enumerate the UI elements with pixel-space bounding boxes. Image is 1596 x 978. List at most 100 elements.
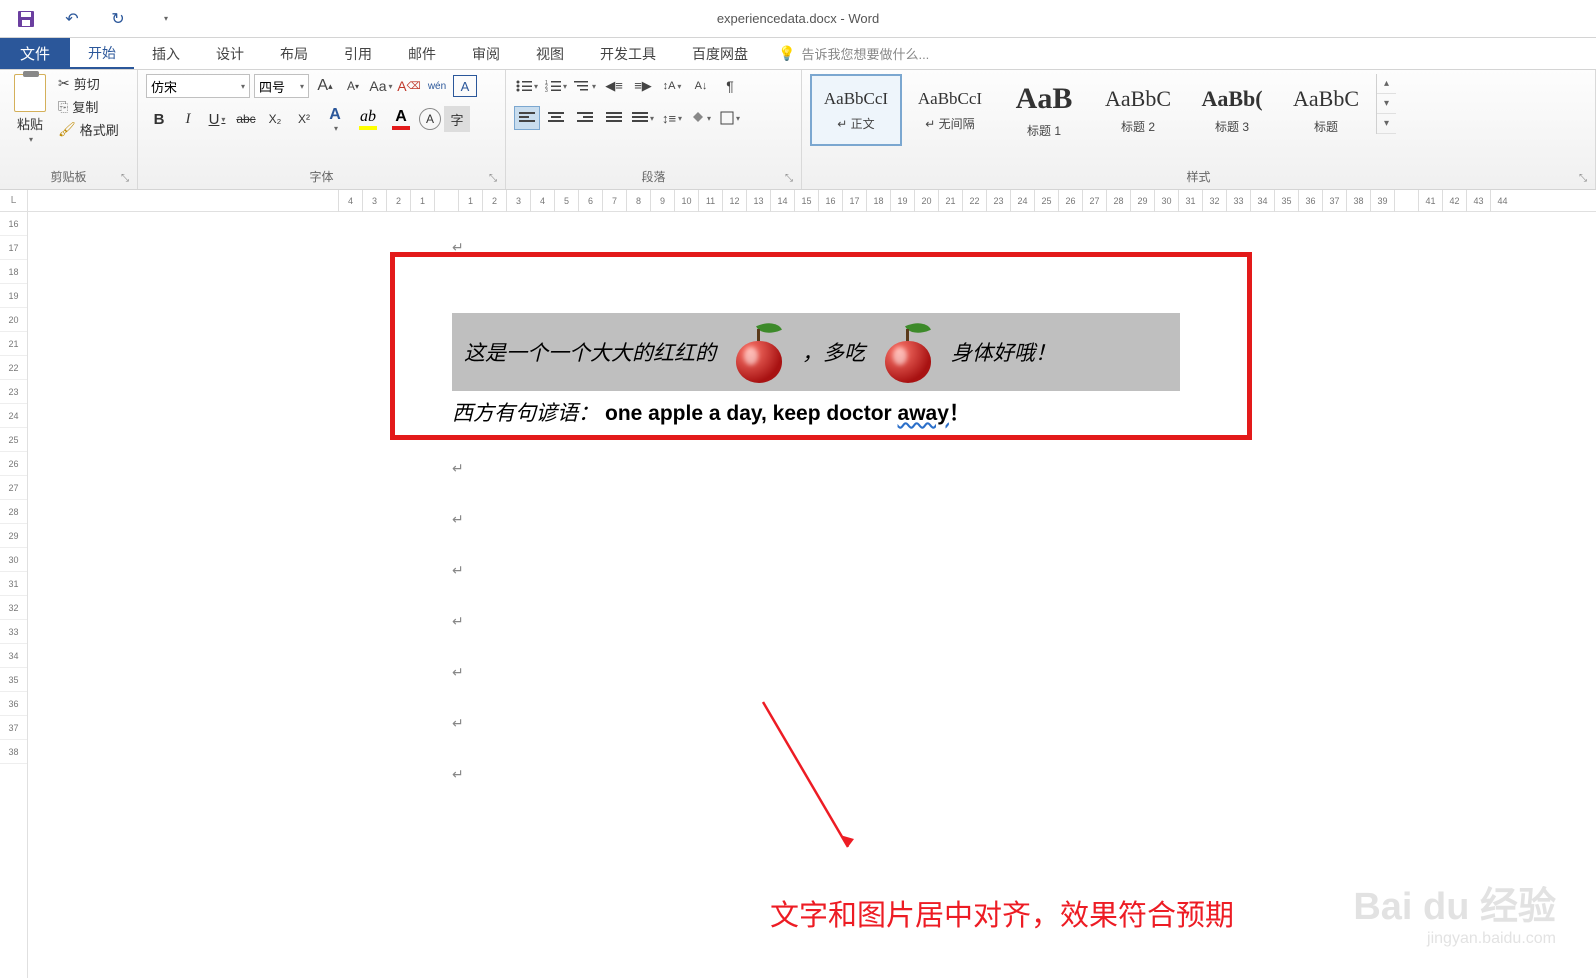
scroll-up-icon[interactable]: ▴ bbox=[1377, 74, 1396, 94]
text-line[interactable]: 西方有句谚语： one apple a day, keep doctor awa… bbox=[452, 397, 1438, 427]
document-canvas[interactable]: ↵ 这是一个一个大大的红红的 ，多吃 身体好哦！ 西方有句谚语： one app… bbox=[28, 212, 1596, 978]
redo-button[interactable]: ↻ bbox=[104, 5, 132, 33]
qat-customize-icon[interactable]: ▾ bbox=[152, 5, 180, 33]
align-right-button[interactable] bbox=[572, 106, 598, 130]
tab-review[interactable]: 审阅 bbox=[454, 38, 518, 69]
pinyin-button[interactable]: wén bbox=[425, 74, 449, 98]
italic-button[interactable]: I bbox=[175, 106, 201, 132]
line-spacing-button[interactable]: ↕≡▾ bbox=[659, 106, 685, 130]
document-title: experiencedata.docx - Word bbox=[717, 11, 879, 26]
page: ↵ 这是一个一个大大的红红的 ，多吃 身体好哦！ 西方有句谚语： one app… bbox=[338, 212, 1438, 784]
grow-font-button[interactable]: A▴ bbox=[313, 74, 337, 98]
tab-file[interactable]: 文件 bbox=[0, 38, 70, 69]
font-name-select[interactable]: 仿宋▾ bbox=[146, 74, 250, 98]
increase-indent-button[interactable]: ≡▶ bbox=[630, 74, 656, 98]
align-center-button[interactable] bbox=[543, 106, 569, 130]
decrease-indent-button[interactable]: ◀≡ bbox=[601, 74, 627, 98]
subscript-button[interactable]: X₂ bbox=[262, 106, 288, 132]
font-size-select[interactable]: 四号▾ bbox=[254, 74, 309, 98]
group-styles: AaBbCcI↵ 正文AaBbCcI↵ 无间隔AaB标题 1AaBbC标题 2A… bbox=[802, 70, 1596, 189]
dialog-launcher-icon[interactable]: ⤡ bbox=[121, 173, 133, 185]
highlighted-line[interactable]: 这是一个一个大大的红红的 ，多吃 身体好哦！ bbox=[452, 313, 1180, 391]
multilevel-button[interactable]: ▾ bbox=[572, 74, 598, 98]
group-paragraph: ▾ 123▾ ▾ ◀≡ ≡▶ ↕A▾ A↓ ¶ ▾ ↕≡▾ ▾ ▾ 段落 ⤡ bbox=[506, 70, 802, 189]
title-bar: ↶ ↻ ▾ experiencedata.docx - Word bbox=[0, 0, 1596, 38]
horizontal-ruler[interactable]: 4321123456789101112131415161718192021222… bbox=[28, 190, 1596, 211]
tab-insert[interactable]: 插入 bbox=[134, 38, 198, 69]
format-painter-button[interactable]: 🖌格式刷 bbox=[58, 120, 119, 139]
paragraph-mark: ↵ bbox=[452, 767, 1438, 784]
paragraph-mark: ↵ bbox=[452, 461, 1438, 478]
copy-button[interactable]: ⎘复制 bbox=[58, 97, 119, 116]
sort-button[interactable]: A↓ bbox=[688, 74, 714, 98]
tell-me-placeholder: 告诉我您想要做什么... bbox=[801, 44, 929, 63]
tab-mailings[interactable]: 邮件 bbox=[390, 38, 454, 69]
document-area: 1617181920212223242526272829303132333435… bbox=[0, 212, 1596, 978]
ribbon-tabs: 文件 开始 插入 设计 布局 引用 邮件 审阅 视图 开发工具 百度网盘 💡 告… bbox=[0, 38, 1596, 70]
tab-view[interactable]: 视图 bbox=[518, 38, 582, 69]
style-card[interactable]: AaBbCcI↵ 正文 bbox=[810, 74, 902, 146]
copy-icon: ⎘ bbox=[58, 99, 68, 115]
vertical-ruler[interactable]: 1617181920212223242526272829303132333435… bbox=[0, 212, 28, 978]
quick-access-toolbar: ↶ ↻ ▾ bbox=[0, 5, 192, 33]
cut-button[interactable]: ✂剪切 bbox=[58, 74, 119, 93]
text-run: 这是一个一个大大的红红的 bbox=[464, 337, 716, 367]
tab-developer[interactable]: 开发工具 bbox=[582, 38, 674, 69]
numbering-button[interactable]: 123▾ bbox=[543, 74, 569, 98]
bulb-icon: 💡 bbox=[778, 45, 795, 62]
highlight-button[interactable]: ab bbox=[353, 106, 383, 132]
watermark: Bai du 经验 jingyan.baidu.com bbox=[1353, 875, 1556, 948]
tab-layout[interactable]: 布局 bbox=[262, 38, 326, 69]
char-shading-button[interactable]: A bbox=[419, 108, 441, 130]
scroll-down-icon[interactable]: ▾ bbox=[1377, 94, 1396, 114]
style-card[interactable]: AaBbC标题 2 bbox=[1092, 74, 1184, 146]
save-button[interactable] bbox=[12, 5, 40, 33]
style-card[interactable]: AaBb(标题 3 bbox=[1186, 74, 1278, 146]
dialog-launcher-icon[interactable]: ⤡ bbox=[489, 173, 501, 185]
styles-gallery[interactable]: AaBbCcI↵ 正文AaBbCcI↵ 无间隔AaB标题 1AaBbC标题 2A… bbox=[810, 74, 1372, 146]
char-border-button[interactable]: A bbox=[453, 75, 477, 97]
bullets-button[interactable]: ▾ bbox=[514, 74, 540, 98]
tab-references[interactable]: 引用 bbox=[326, 38, 390, 69]
clear-format-button[interactable]: A⌫ bbox=[397, 74, 421, 98]
font-color-button[interactable]: A bbox=[386, 106, 416, 132]
apple-image[interactable] bbox=[730, 321, 788, 383]
tab-home[interactable]: 开始 bbox=[70, 38, 134, 69]
annotation-arrow-icon bbox=[758, 697, 868, 867]
bold-button[interactable]: B bbox=[146, 106, 172, 132]
shrink-font-button[interactable]: A▾ bbox=[341, 74, 365, 98]
underline-button[interactable]: U▾ bbox=[204, 106, 230, 132]
apple-image[interactable] bbox=[879, 321, 937, 383]
borders-button[interactable]: ▾ bbox=[717, 106, 743, 130]
style-card[interactable]: AaBbCcI↵ 无间隔 bbox=[904, 74, 996, 146]
styles-more-icon[interactable]: ▾ bbox=[1377, 114, 1396, 134]
group-clipboard: 粘贴 ▾ ✂剪切 ⎘复制 🖌格式刷 剪贴板 ⤡ bbox=[0, 70, 138, 189]
paste-icon bbox=[14, 74, 46, 112]
styles-scroll[interactable]: ▴ ▾ ▾ bbox=[1376, 74, 1396, 134]
tab-design[interactable]: 设计 bbox=[198, 38, 262, 69]
undo-button[interactable]: ↶ bbox=[58, 5, 86, 33]
dialog-launcher-icon[interactable]: ⤡ bbox=[1579, 173, 1591, 185]
paragraph-mark: ↵ bbox=[452, 614, 1438, 631]
enclose-char-button[interactable]: 字 bbox=[444, 106, 470, 132]
text-direction-button[interactable]: ↕A▾ bbox=[659, 74, 685, 98]
style-card[interactable]: AaB标题 1 bbox=[998, 74, 1090, 146]
justify-button[interactable] bbox=[601, 106, 627, 130]
change-case-button[interactable]: Aa▾ bbox=[369, 74, 393, 98]
distribute-button[interactable]: ▾ bbox=[630, 106, 656, 130]
brush-icon: 🖌 bbox=[58, 121, 76, 138]
text-run: 身体好哦！ bbox=[951, 337, 1056, 367]
strike-button[interactable]: abc bbox=[233, 106, 259, 132]
shading-button[interactable]: ▾ bbox=[688, 106, 714, 130]
text-run: ，多吃 bbox=[802, 337, 865, 367]
tab-baidu[interactable]: 百度网盘 bbox=[674, 38, 766, 69]
svg-text:3: 3 bbox=[545, 88, 548, 93]
dialog-launcher-icon[interactable]: ⤡ bbox=[785, 173, 797, 185]
superscript-button[interactable]: X² bbox=[291, 106, 317, 132]
text-effect-button[interactable]: A▾ bbox=[320, 106, 350, 132]
align-left-button[interactable] bbox=[514, 106, 540, 130]
style-card[interactable]: AaBbC标题 bbox=[1280, 74, 1372, 146]
show-marks-button[interactable]: ¶ bbox=[717, 74, 743, 98]
paste-button[interactable]: 粘贴 ▾ bbox=[8, 74, 52, 144]
tell-me-input[interactable]: 💡 告诉我您想要做什么... bbox=[766, 38, 941, 69]
